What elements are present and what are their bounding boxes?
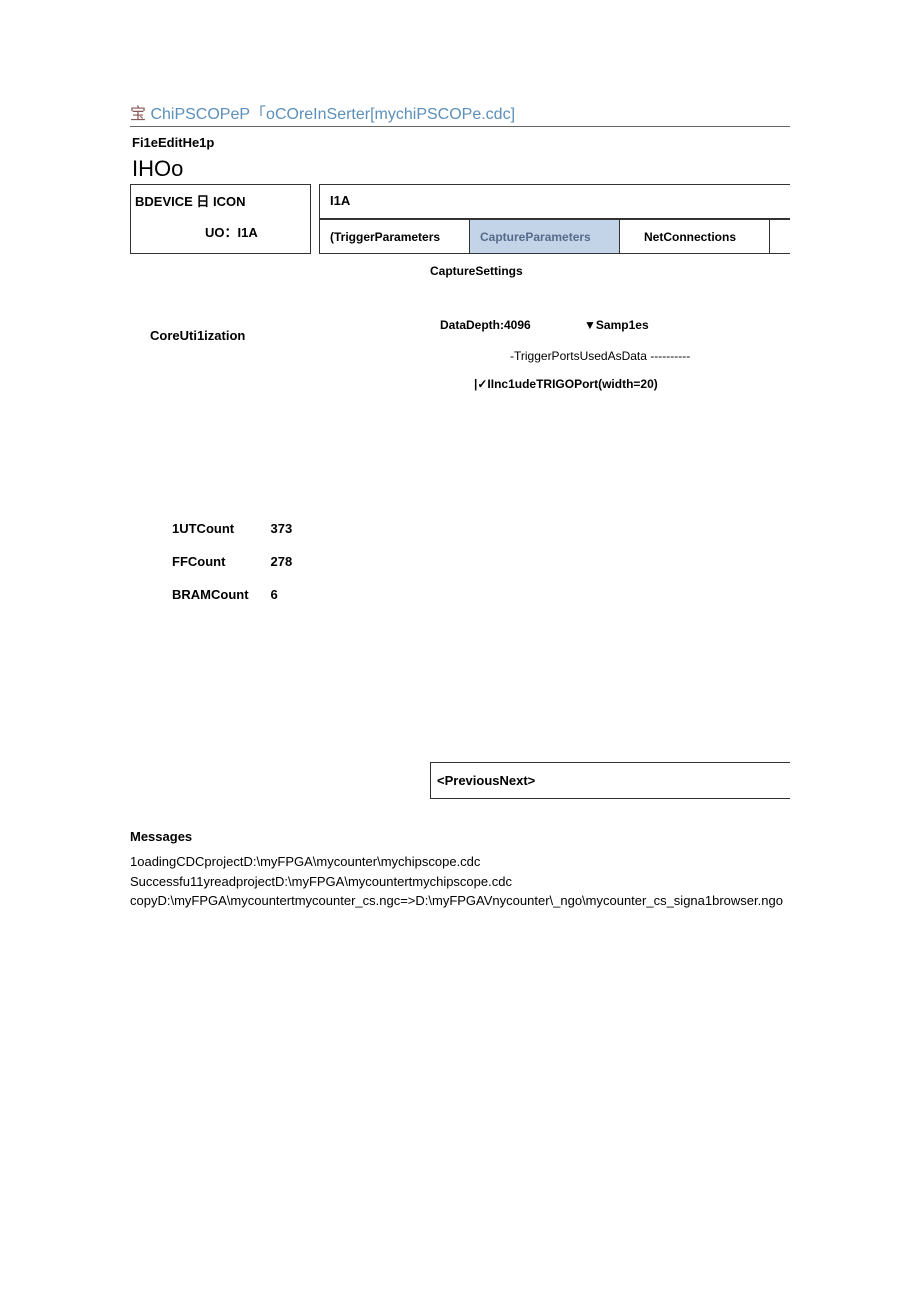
samples-label: ▼Samp1es [584, 318, 649, 332]
ff-count-label: FFCount [172, 546, 269, 577]
tab-capture-parameters[interactable]: CaptureParameters [470, 220, 620, 253]
include-trig0-checkbox[interactable]: |✓IInc1udeTRIGOPort(width=20) [474, 377, 790, 391]
tabs: (TriggerParameters CaptureParameters Net… [319, 219, 790, 254]
menubar[interactable]: Fi1eEditHe1p [130, 135, 790, 150]
tab-net-connections[interactable]: NetConnections [620, 220, 770, 253]
capture-settings-header: CaptureSettings [430, 264, 790, 278]
messages-header: Messages [130, 829, 790, 844]
core-utilization-table: 1UTCount 373 FFCount 278 BRAMCount 6 [170, 511, 314, 612]
message-line: 1oadingCDCprojectD:\myFPGA\mycounter\myc… [130, 852, 790, 872]
trigger-ports-group: -TriggerPortsUsedAsData ---------- [510, 349, 790, 363]
tree-root[interactable]: BDEVICE 日 ICON [135, 191, 306, 210]
device-tree[interactable]: BDEVICE 日 ICON UO：I1A [130, 184, 311, 254]
toolbar[interactable]: IHOo [130, 156, 790, 182]
table-row: BRAMCount 6 [172, 579, 312, 610]
lut-count-label: 1UTCount [172, 513, 269, 544]
ff-count-value: 278 [271, 546, 313, 577]
bram-count-value: 6 [271, 579, 313, 610]
tab-trigger-parameters[interactable]: (TriggerParameters [320, 220, 470, 253]
lut-count-value: 373 [271, 513, 313, 544]
tree-child[interactable]: UO：I1A [135, 222, 306, 241]
message-line: Successfu11yreadprojectD:\myFPGA\mycount… [130, 872, 790, 892]
window-title: 宝 ChiPSCOPeP「oCOreInSerter[mychiPSCOPe.c… [130, 100, 790, 127]
title-text: ChiPSCOPeP「oCOreInSerter[mychiPSCOPe.cdc… [150, 106, 515, 123]
message-line: copyD:\myFPGA\mycountertmycounter_cs.ngc… [130, 891, 790, 911]
table-row: 1UTCount 373 [172, 513, 312, 544]
table-row: FFCount 278 [172, 546, 312, 577]
unit-title: I1A [319, 184, 790, 219]
data-depth-select[interactable]: DataDepth:4096 [440, 318, 531, 332]
bram-count-label: BRAMCount [172, 579, 269, 610]
nav-buttons[interactable]: <PreviousNext> [430, 762, 790, 799]
tab-spacer [770, 220, 790, 253]
title-prefix-icon: 宝 [130, 106, 150, 123]
